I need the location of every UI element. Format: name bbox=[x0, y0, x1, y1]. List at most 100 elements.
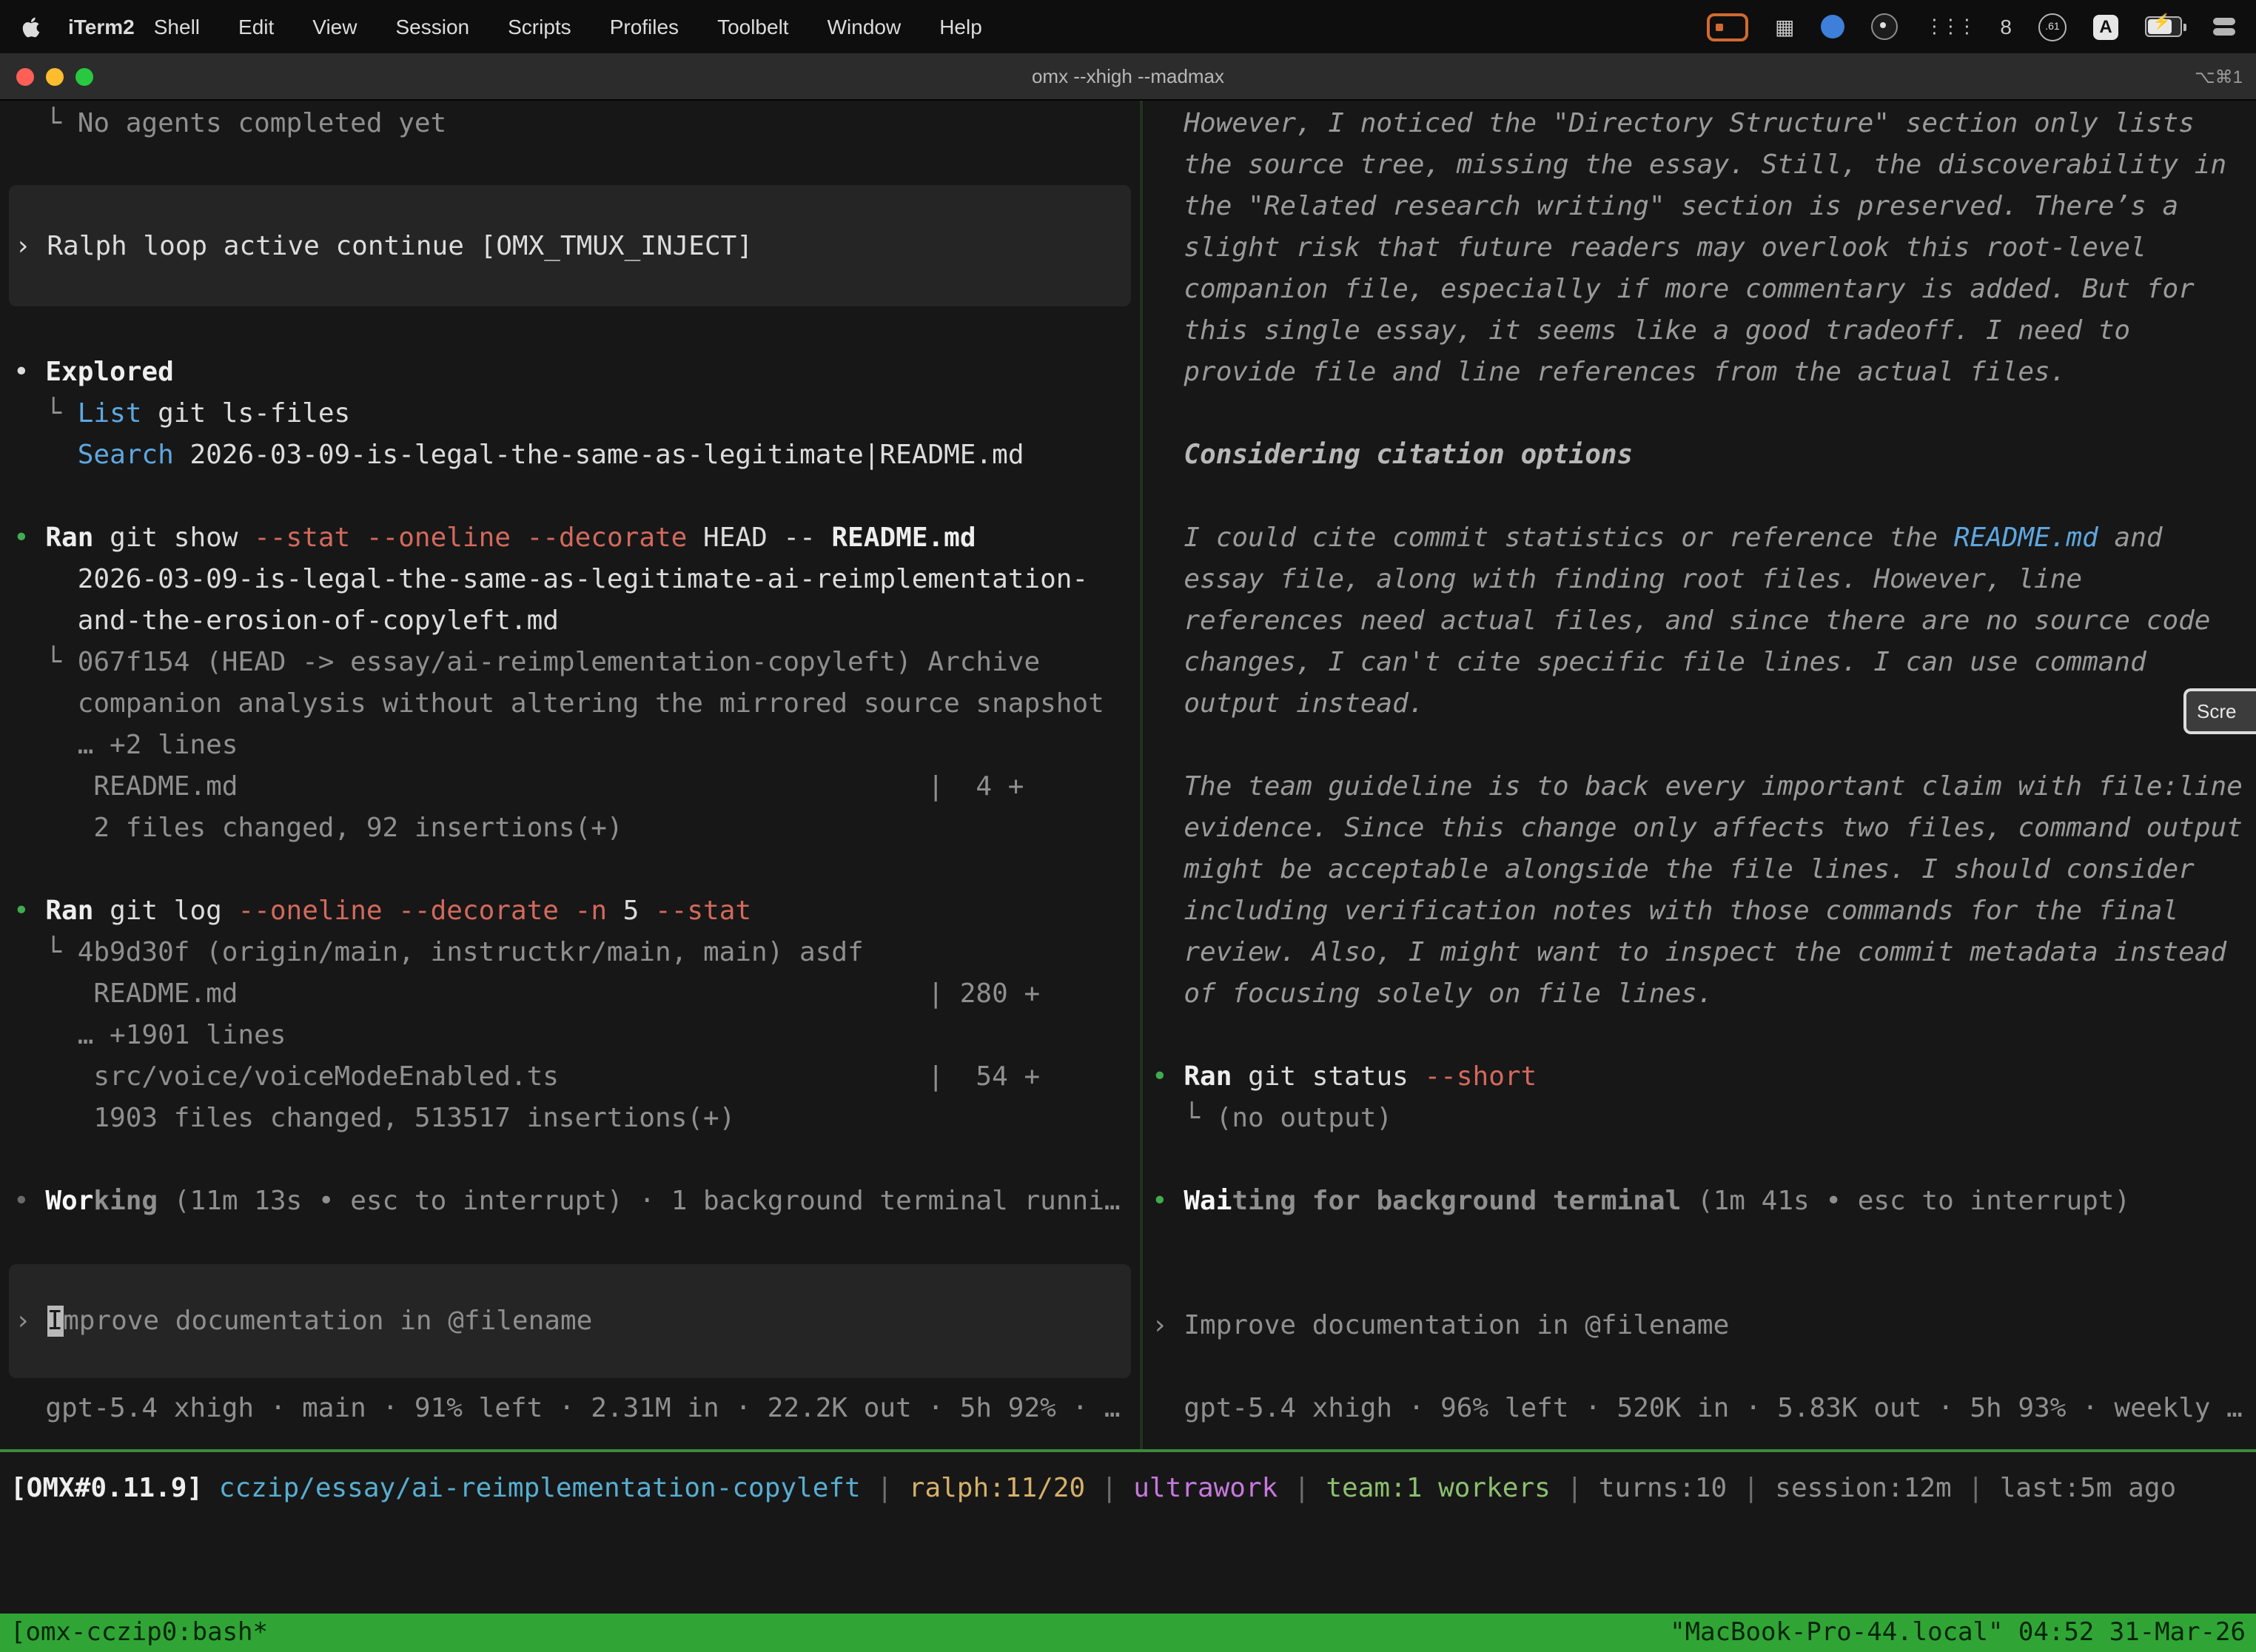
terminal-line: evidence. Since this change only affects… bbox=[1143, 808, 2256, 850]
prompt-input-left[interactable]: › Improve documentation in @filename bbox=[9, 1264, 1131, 1378]
battery-nub-icon bbox=[2183, 23, 2186, 30]
terminal-line: … +2 lines bbox=[0, 725, 1140, 767]
terminal-line: slight risk that future readers may over… bbox=[1143, 228, 2256, 269]
terminal-line: The team guideline is to back every impo… bbox=[1143, 767, 2256, 808]
zoom-button[interactable] bbox=[75, 67, 93, 85]
terminal-line bbox=[1143, 1347, 2256, 1389]
omx-status-line: [OMX#0.11.9] cczip/essay/ai-reimplementa… bbox=[0, 1468, 2256, 1510]
terminal-line: might be acceptable alongside the file l… bbox=[1143, 850, 2256, 891]
battery-percent-icon[interactable]: .61 bbox=[2038, 13, 2067, 41]
macos-menubar: iTerm2 Shell Edit View Session Scripts Profil… bbox=[0, 0, 2256, 53]
tmux-status-bar: [omx-cczip0:bash* "MacBook-Pro-44.local"… bbox=[0, 1614, 2256, 1652]
recording-dot-icon bbox=[1716, 23, 1723, 30]
terminal-line: └ List git ls-files bbox=[0, 394, 1140, 435]
minimize-button[interactable] bbox=[46, 67, 64, 85]
menubar-items: Shell Edit View Session Scripts Profiles Toolb… bbox=[154, 15, 1021, 38]
terminal-line bbox=[1143, 725, 2256, 767]
prompt-input-right: › Improve documentation in @filename bbox=[1143, 1306, 2256, 1347]
ralph-inject-banner: › Ralph loop active continue [OMX_TMUX_I… bbox=[9, 185, 1131, 306]
terminal-line: README.md | 4 + bbox=[0, 767, 1140, 808]
screen-recording-indicator-icon[interactable] bbox=[1707, 13, 1748, 41]
menu-item-profiles[interactable]: Profiles bbox=[610, 15, 679, 38]
explored-header: • Explored bbox=[0, 352, 1140, 394]
terminal-line: review. Also, I might want to inspect th… bbox=[1143, 933, 2256, 974]
menubar-app-name[interactable]: iTerm2 bbox=[68, 15, 135, 38]
menubar-status-cluster: ▦ ⋮⋮⋮ 8 .61 A ⚡ bbox=[1707, 13, 2235, 41]
terminal-line: the source tree, missing the essay. Stil… bbox=[1143, 145, 2256, 187]
blue-app-icon[interactable] bbox=[1821, 15, 1844, 38]
close-button[interactable] bbox=[16, 67, 34, 85]
model-status-left: gpt-5.4 xhigh · main · 91% left · 2.31M … bbox=[0, 1389, 1140, 1430]
terminal-line: … +1901 lines bbox=[0, 1015, 1140, 1057]
terminal-line: However, I noticed the "Directory Struct… bbox=[1143, 104, 2256, 145]
terminal-line: └ (no output) bbox=[1143, 1098, 2256, 1140]
terminal-line: of focusing solely on file lines. bbox=[1143, 974, 2256, 1015]
battery-icon[interactable]: ⚡ bbox=[2145, 16, 2186, 37]
terminal-line: changes, I can't cite specific file line… bbox=[1143, 642, 2256, 684]
terminal-line: Search 2026-03-09-is-legal-the-same-as-l… bbox=[0, 435, 1140, 477]
keyboard-8-icon[interactable]: 8 bbox=[2000, 15, 2012, 38]
terminal-line: output instead. bbox=[1143, 684, 2256, 725]
terminal-line: 2 files changed, 92 insertions(+) bbox=[0, 808, 1140, 850]
terminal-line: essay file, along with finding root file… bbox=[1143, 560, 2256, 601]
terminal-line: └ 067f154 (HEAD -> essay/ai-reimplementa… bbox=[0, 642, 1140, 684]
terminal-line: references need actual files, and since … bbox=[1143, 601, 2256, 642]
terminal-line bbox=[1143, 1223, 2256, 1264]
terminal-line: provide file and line references from th… bbox=[1143, 352, 2256, 394]
menu-item-help[interactable]: Help bbox=[939, 15, 982, 38]
waiting-status: • Waiting for background terminal (1m 41… bbox=[1143, 1181, 2256, 1223]
window-grid-icon[interactable]: ▦ bbox=[1775, 15, 1794, 38]
traffic-lights bbox=[0, 67, 93, 85]
ran-git-show: • Ran git show --stat --oneline --decora… bbox=[0, 518, 1140, 560]
working-status: • Working (11m 13s • esc to interrupt) ·… bbox=[0, 1181, 1140, 1223]
terminal-line bbox=[0, 1140, 1140, 1181]
terminal-line: the "Related research writing" section i… bbox=[1143, 187, 2256, 228]
model-status-right: gpt-5.4 xhigh · 96% left · 520K in · 5.8… bbox=[1143, 1389, 2256, 1430]
menu-item-session[interactable]: Session bbox=[395, 15, 469, 38]
agents-status-line: └ No agents completed yet bbox=[0, 104, 1140, 145]
terminal-line: including verification notes with those … bbox=[1143, 891, 2256, 933]
menu-item-scripts[interactable]: Scripts bbox=[508, 15, 571, 38]
terminal-line: companion analysis without altering the … bbox=[0, 684, 1140, 725]
right-pane[interactable]: However, I noticed the "Directory Struct… bbox=[1143, 101, 2256, 1449]
ran-git-status: • Ran git status --short bbox=[1143, 1057, 2256, 1098]
dark-circle-app-icon[interactable] bbox=[1871, 13, 1898, 40]
notification-toast[interactable]: Scre bbox=[2183, 688, 2256, 734]
terminal-window: └ No agents completed yet › Ralph loop ac… bbox=[0, 101, 2256, 1652]
terminal-line: └ 4b9d30f (origin/main, instructkr/main,… bbox=[0, 933, 1140, 974]
terminal-line: 2026-03-09-is-legal-the-same-as-legitima… bbox=[0, 560, 1140, 601]
tmux-session-label: [omx-cczip0:bash* bbox=[10, 1618, 268, 1648]
terminal-empty-area bbox=[0, 1510, 2256, 1614]
menu-item-window[interactable]: Window bbox=[827, 15, 902, 38]
input-source-icon[interactable]: A bbox=[2093, 14, 2118, 39]
control-center-icon[interactable] bbox=[2213, 18, 2235, 36]
window-titlebar[interactable]: omx --xhigh --madmax ⌥⌘1 bbox=[0, 53, 2256, 101]
terminal-line: this single essay, it seems like a good … bbox=[1143, 311, 2256, 352]
menu-item-toolbelt[interactable]: Toolbelt bbox=[717, 15, 789, 38]
left-pane[interactable]: └ No agents completed yet › Ralph loop ac… bbox=[0, 101, 1143, 1449]
terminal-line bbox=[1143, 477, 2256, 518]
tmux-host-clock: "MacBook-Pro-44.local" 04:52 31-Mar-26 bbox=[1670, 1618, 2246, 1648]
charging-bolt-icon: ⚡ bbox=[2152, 15, 2171, 31]
terminal-line bbox=[1143, 1264, 2256, 1306]
terminal-line: 1903 files changed, 513517 insertions(+) bbox=[0, 1098, 1140, 1140]
apple-logo-icon[interactable] bbox=[21, 15, 43, 38]
ran-git-log: • Ran git log --oneline --decorate -n 5 … bbox=[0, 891, 1140, 933]
terminal-line bbox=[0, 477, 1140, 518]
dots-grid-icon[interactable]: ⋮⋮⋮ bbox=[1924, 15, 1973, 38]
menu-item-edit[interactable]: Edit bbox=[238, 15, 274, 38]
terminal-line: and-the-erosion-of-copyleft.md bbox=[0, 601, 1140, 642]
terminal-line bbox=[1143, 394, 2256, 435]
terminal-line: companion file, especially if more comme… bbox=[1143, 269, 2256, 311]
menu-item-view[interactable]: View bbox=[312, 15, 357, 38]
thinking-heading: Considering citation options bbox=[1143, 435, 2256, 477]
window-shortcut-badge: ⌥⌘1 bbox=[2195, 66, 2243, 87]
terminal-line bbox=[0, 850, 1140, 891]
battery-body-icon: ⚡ bbox=[2145, 16, 2182, 37]
terminal-line: I could cite commit statistics or refere… bbox=[1143, 518, 2256, 560]
terminal-line: src/voice/voiceModeEnabled.ts | 54 + bbox=[0, 1057, 1140, 1098]
window-title: omx --xhigh --madmax bbox=[0, 65, 2256, 87]
terminal-line bbox=[1143, 1015, 2256, 1057]
menu-item-shell[interactable]: Shell bbox=[154, 15, 200, 38]
terminal-line: README.md | 280 + bbox=[0, 974, 1140, 1015]
